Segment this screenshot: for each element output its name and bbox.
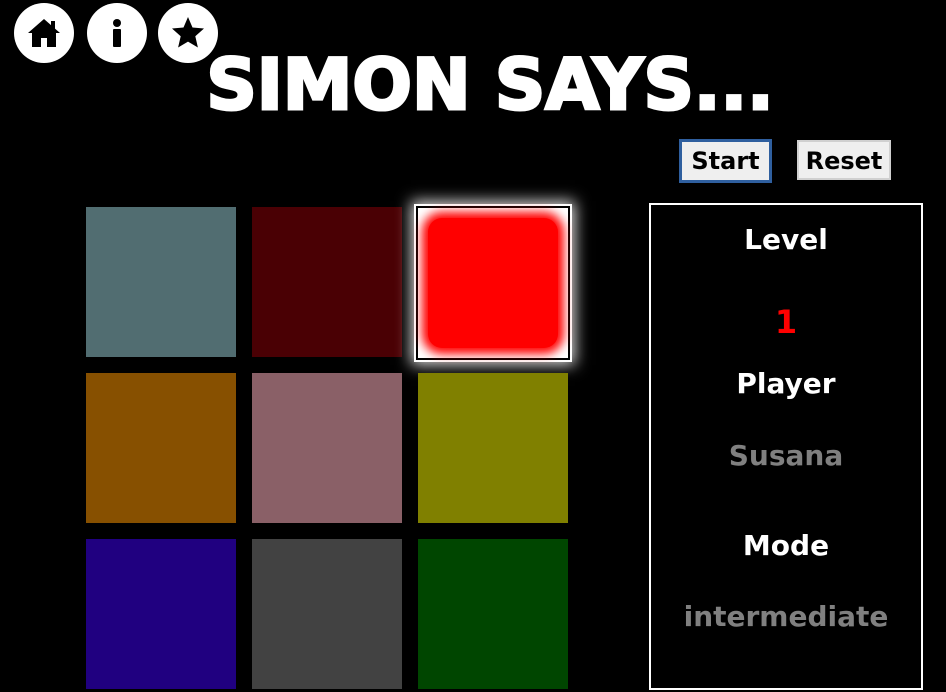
mode-label: Mode: [742, 529, 830, 562]
start-button[interactable]: Start: [679, 139, 772, 183]
reset-button[interactable]: Reset: [797, 140, 891, 180]
color-tile-1[interactable]: [86, 207, 236, 357]
color-tile-4[interactable]: [86, 373, 236, 523]
game-board: [86, 204, 572, 692]
color-tile-2[interactable]: [252, 207, 402, 357]
mode-value: intermediate: [683, 600, 889, 633]
level-label: Level: [744, 223, 828, 256]
color-tile-5[interactable]: [252, 373, 402, 523]
level-value: 1: [774, 303, 798, 341]
simon-says-game: SIMON SAYS... Start Reset Level 1 Player…: [0, 0, 946, 692]
color-tile-8[interactable]: [252, 539, 402, 689]
page-title: SIMON SAYS...: [205, 43, 775, 128]
color-tile-6[interactable]: [418, 373, 568, 523]
status-panel: Level 1 Player Susana Mode intermediate: [649, 203, 923, 690]
color-tile-9[interactable]: [418, 539, 568, 689]
player-name: Susana: [728, 439, 844, 472]
color-tile-7[interactable]: [86, 539, 236, 689]
color-tile-glow: [428, 218, 558, 348]
player-label: Player: [736, 367, 836, 400]
color-tile-3[interactable]: [414, 204, 572, 362]
